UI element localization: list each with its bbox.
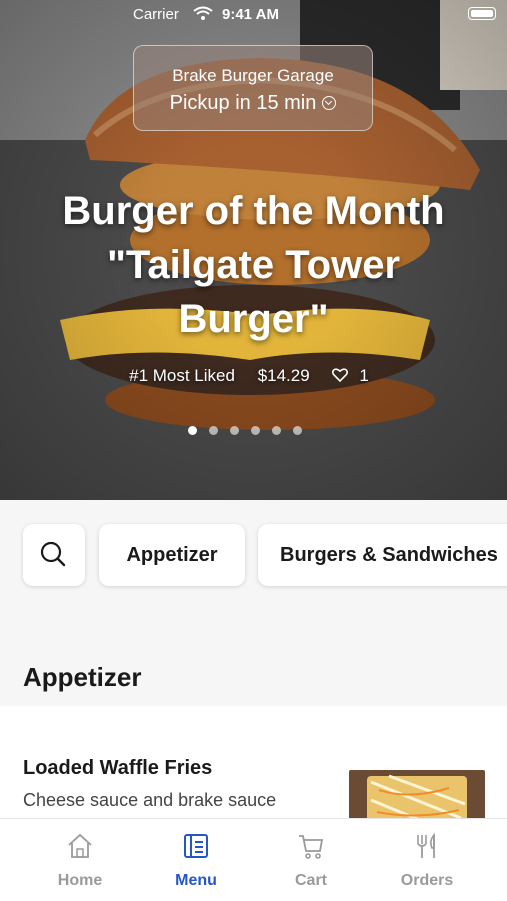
pickup-time: Pickup in 15 min (134, 92, 372, 115)
cart-icon (299, 835, 324, 859)
tab-label: Menu (175, 872, 217, 889)
carousel-dot[interactable] (251, 426, 260, 435)
chevron-down-icon (322, 96, 337, 110)
battery-icon (468, 7, 496, 20)
section-title: Appetizer (23, 662, 142, 692)
rank-badge: #1 Most Liked (129, 366, 235, 385)
section-header: Appetizer (0, 620, 507, 706)
tab-bar: Home Menu Cart Orders (0, 818, 507, 901)
headline-line: Burger of the Month (62, 189, 445, 233)
promo-meta: #1 Most Liked $14.29 1 (0, 366, 507, 386)
pickup-label: Pickup in 15 min (169, 92, 317, 114)
search-button[interactable] (23, 524, 85, 586)
carousel-dot[interactable] (272, 426, 281, 435)
headline-line: "Tailgate Tower (106, 243, 401, 287)
tab-label: Home (57, 872, 103, 889)
heart-icon (332, 368, 349, 382)
store-selector[interactable]: Brake Burger Garage Pickup in 15 min (133, 45, 373, 131)
category-bar: Appetizer Burgers & Sandwiches (0, 500, 507, 620)
store-name: Brake Burger Garage (172, 66, 334, 85)
menu-item-description: Cheese sauce and brake sauce (23, 790, 277, 810)
home-icon (68, 833, 92, 858)
search-icon (40, 541, 66, 567)
carousel-dot[interactable] (188, 426, 197, 435)
carousel-dot[interactable] (209, 426, 218, 435)
status-bar: Carrier 9:41 AM (0, 0, 507, 30)
likes-count: 1 (359, 366, 369, 385)
carrier-label: Carrier (133, 6, 179, 23)
menu-item-title: Loaded Waffle Fries (23, 757, 213, 779)
promo-price: $14.29 (257, 366, 310, 385)
likes[interactable]: 1 (332, 366, 377, 385)
headline-line: Burger" (178, 297, 329, 341)
tab-label: Orders (400, 872, 454, 889)
promo-headline: Burger of the Month "Tailgate Tower Burg… (0, 184, 507, 346)
clock: 9:41 AM (222, 6, 279, 23)
menu-icon (184, 834, 208, 858)
orders-icon (417, 832, 435, 858)
hero-banner[interactable]: Carrier 9:41 AM Brake Burger Garage Pick… (0, 0, 507, 500)
carousel-dot[interactable] (230, 426, 239, 435)
tab-orders[interactable]: Orders (364, 819, 490, 901)
wifi-icon (193, 6, 213, 20)
tab-cart[interactable]: Cart (248, 819, 374, 901)
tab-home[interactable]: Home (17, 819, 143, 901)
carousel-indicator[interactable] (188, 422, 314, 440)
carousel-dot[interactable] (293, 426, 302, 435)
category-chip-burgers[interactable]: Burgers & Sandwiches (258, 524, 507, 586)
tab-menu[interactable]: Menu (133, 819, 259, 901)
category-chip-appetizer[interactable]: Appetizer (99, 524, 245, 586)
tab-label: Cart (294, 872, 327, 889)
